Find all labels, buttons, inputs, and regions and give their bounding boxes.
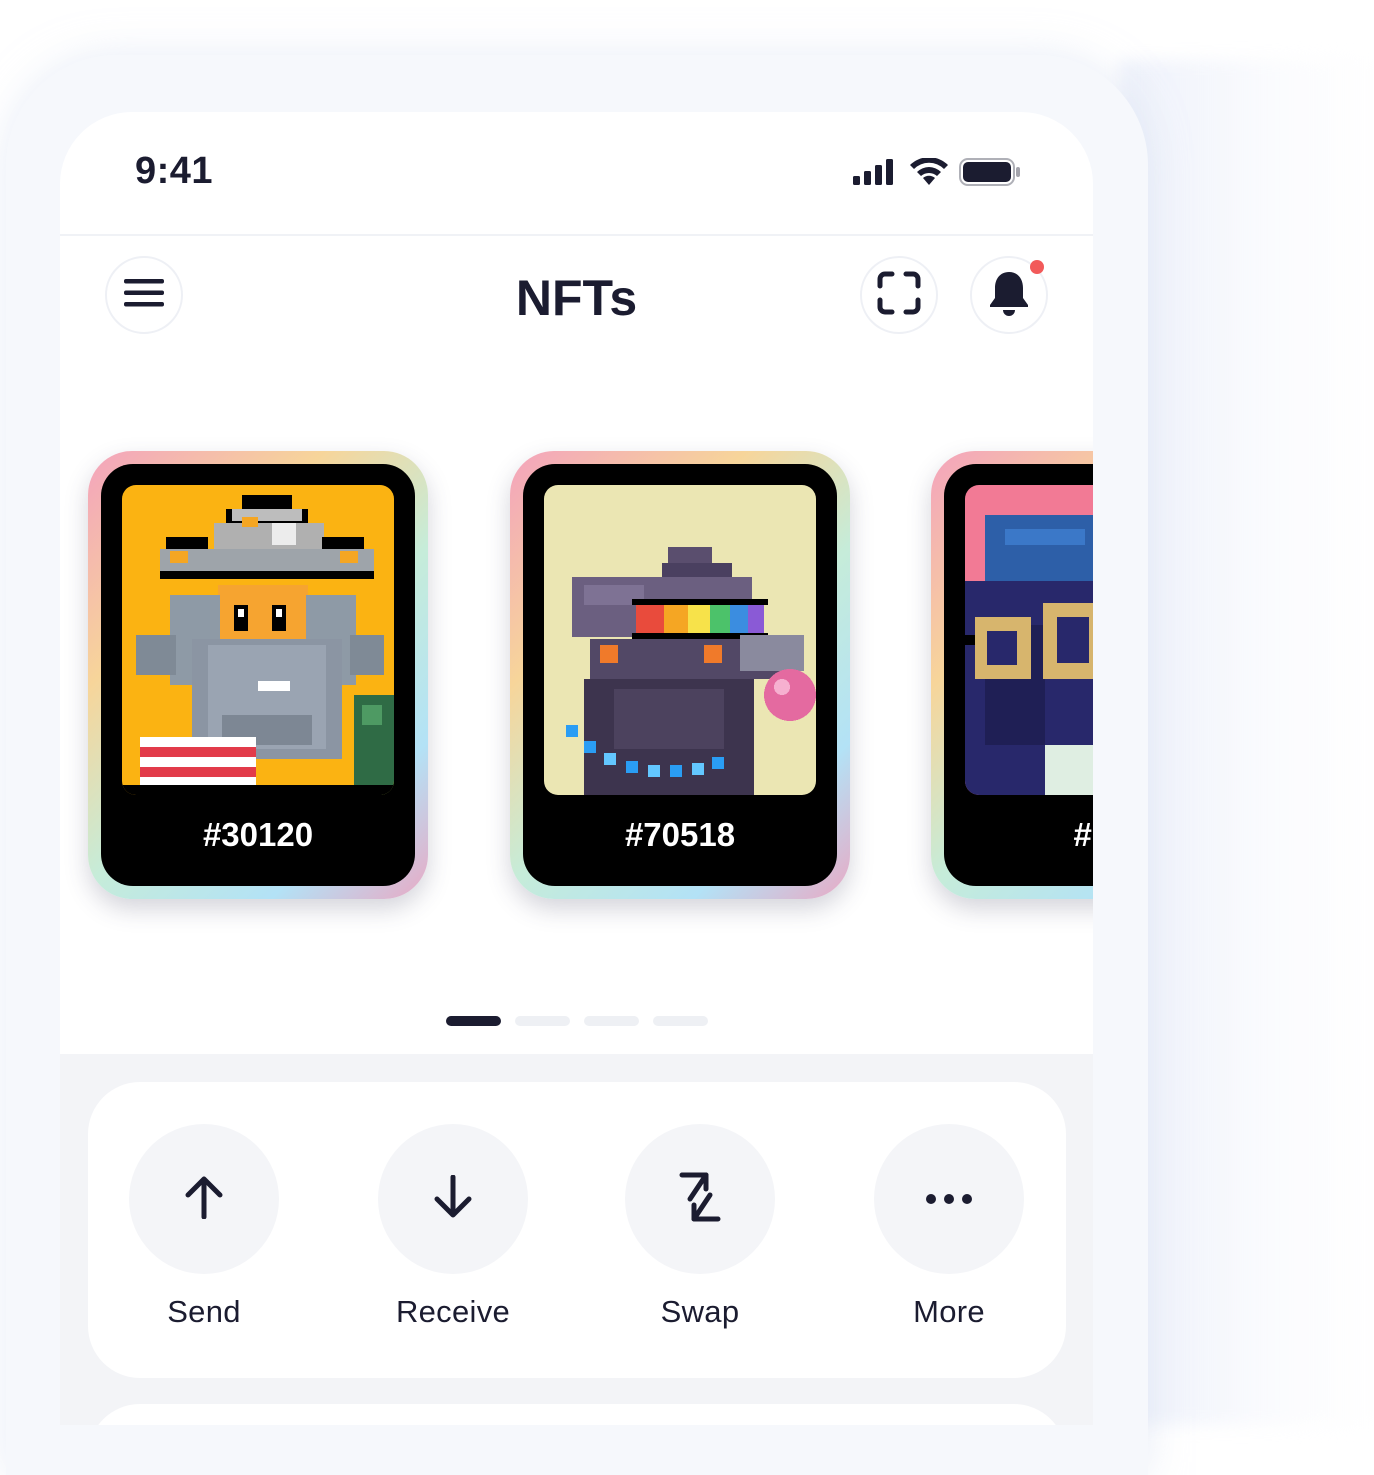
pager-dot[interactable] (653, 1016, 708, 1026)
send-button[interactable]: Send (124, 1124, 284, 1330)
page-title: NFTs (515, 270, 638, 326)
swap-circle[interactable] (625, 1124, 775, 1274)
receive-label: Receive (395, 1294, 511, 1329)
status-icons (853, 157, 1021, 190)
more-button[interactable]: More (869, 1124, 1029, 1330)
scan-button[interactable] (860, 256, 938, 334)
arrow-up-icon (184, 1175, 224, 1223)
nft-id: #19 (1073, 816, 1093, 853)
nft-card[interactable]: #30120 (88, 451, 428, 899)
pager-dot[interactable] (584, 1016, 639, 1026)
nft-image-ape (965, 485, 1093, 795)
swap-icon (676, 1171, 724, 1227)
carousel-pager (446, 1016, 708, 1026)
wifi-icon (909, 157, 949, 190)
cellular-signal-icon (853, 159, 899, 189)
receive-circle[interactable] (378, 1124, 528, 1274)
receive-button[interactable]: Receive (373, 1124, 533, 1330)
nft-card-inner: #70518 (523, 464, 837, 886)
send-circle[interactable] (129, 1124, 279, 1274)
status-bar: 9:41 (60, 112, 1093, 236)
more-icon (925, 1190, 973, 1209)
swap-button[interactable]: Swap (620, 1124, 780, 1330)
actions-section: Send Receive Swap More (60, 1054, 1093, 1425)
notifications-button[interactable] (970, 256, 1048, 334)
swap-label: Swap (660, 1294, 740, 1329)
header: NFTs (60, 236, 1093, 356)
next-section-card (88, 1404, 1066, 1425)
pager-dot-active[interactable] (446, 1016, 501, 1026)
background-glow (1120, 60, 1374, 1425)
bell-icon (989, 270, 1029, 320)
nft-card-inner: #30120 (101, 464, 415, 886)
phone-screen: 9:41 NFTs #30120 #70518 # Send Receive S… (60, 112, 1093, 1425)
actions-card: Send Receive Swap More (88, 1082, 1066, 1378)
nft-carousel[interactable]: #30120 #70518 # (60, 447, 1093, 917)
arrow-down-icon (433, 1174, 473, 1223)
more-label: More (913, 1294, 985, 1329)
nft-card[interactable]: #70518 (510, 451, 850, 899)
nft-card-inner: #19 (944, 464, 1093, 886)
nft-card[interactable]: #19 (931, 451, 1093, 899)
nft-id: #70518 (624, 816, 736, 853)
pager-dot[interactable] (515, 1016, 570, 1026)
nft-id: #30120 (202, 816, 314, 853)
notification-dot (1030, 260, 1044, 274)
send-label: Send (167, 1294, 241, 1329)
nft-image-shark-robot (544, 485, 816, 795)
nft-image-wizard (122, 485, 394, 795)
more-circle[interactable] (874, 1124, 1024, 1274)
battery-icon (959, 158, 1021, 190)
status-time: 9:41 (135, 150, 214, 192)
scan-icon (877, 271, 921, 319)
